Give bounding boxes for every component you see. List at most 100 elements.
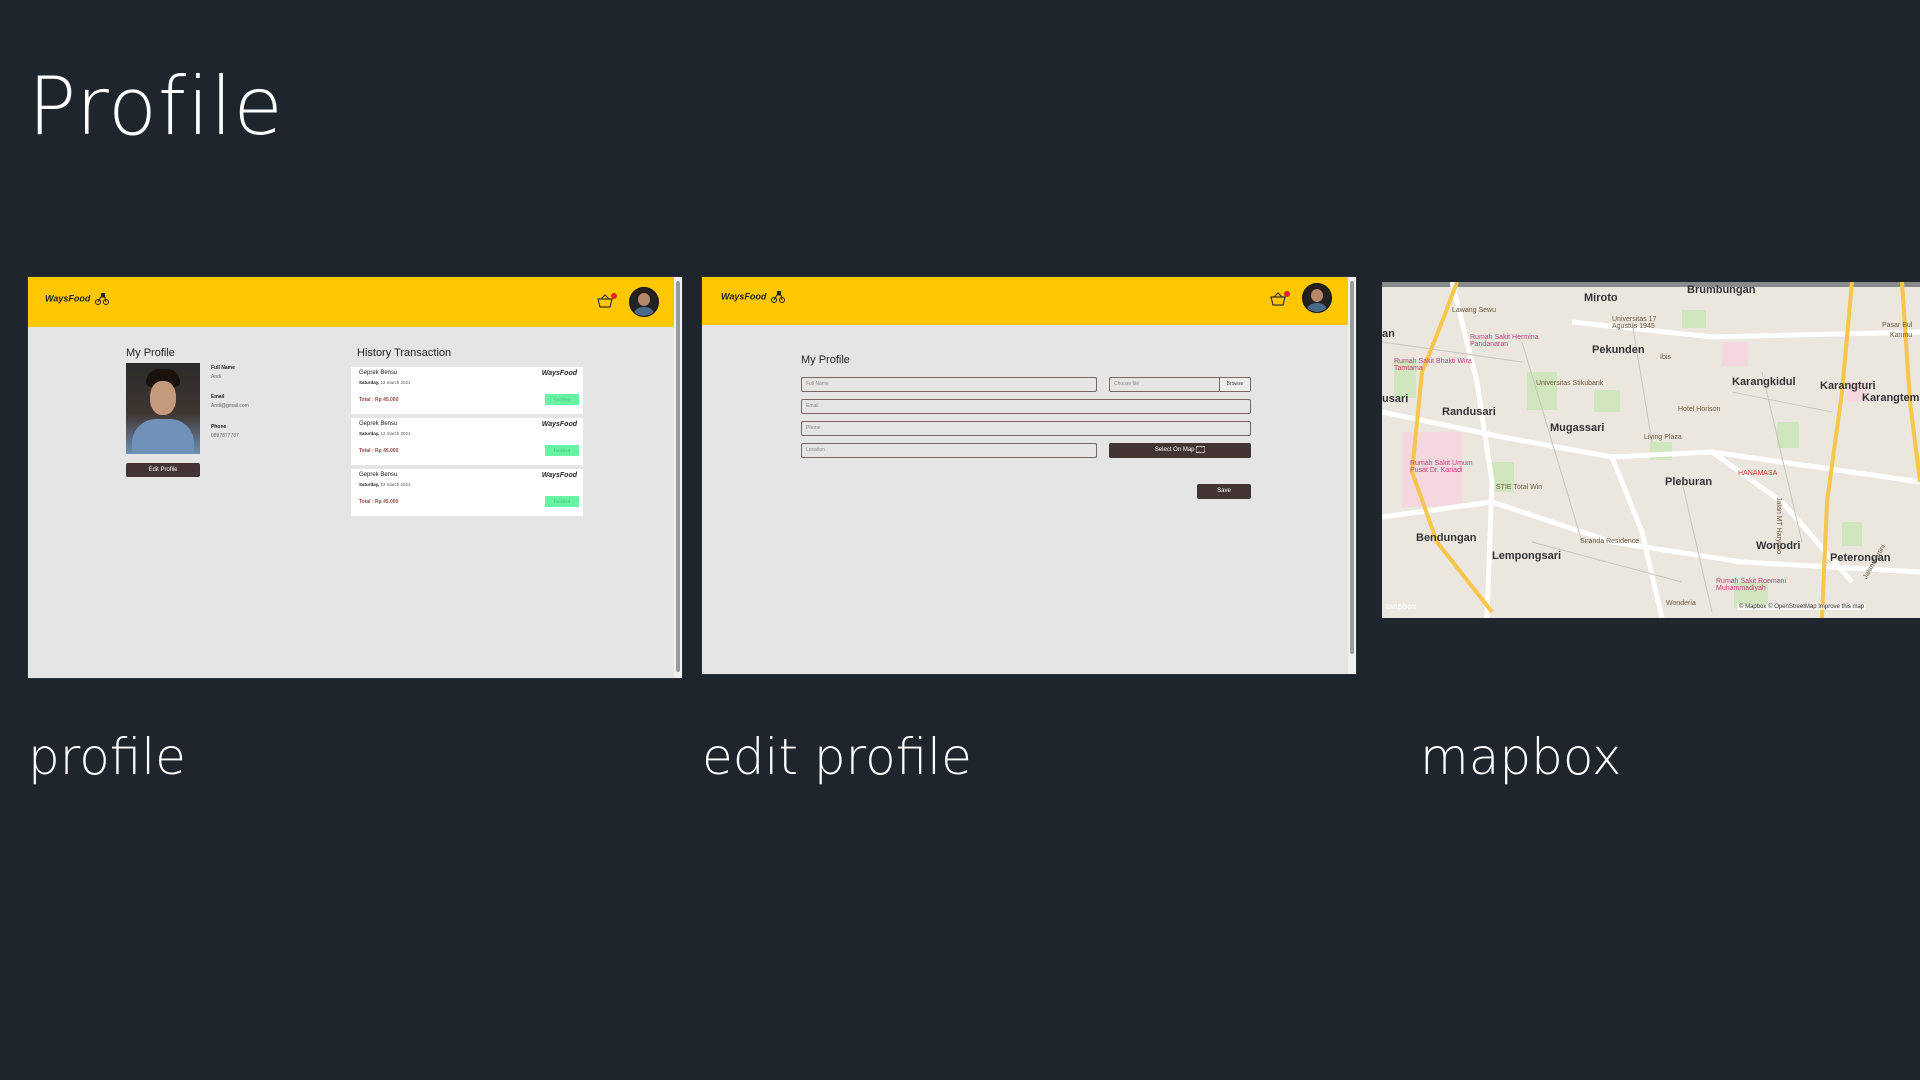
map-poi-label: Pasar Bul [1882, 322, 1913, 329]
map-label: an [1382, 328, 1395, 340]
history-title: History Transaction [357, 347, 452, 359]
avatar-body [633, 307, 655, 316]
avatar-body [1306, 303, 1328, 312]
map-label: Karangturi [1820, 380, 1876, 392]
email-field[interactable]: Email [801, 399, 1251, 414]
choose-file-text: Choose file [1114, 381, 1140, 387]
navbar: WaysFood [702, 277, 1348, 325]
slide-title: Profile [28, 60, 284, 153]
save-button[interactable]: Save [1197, 484, 1251, 499]
transaction-day: Saturday, [359, 380, 380, 385]
logo[interactable]: WaysFood [45, 293, 109, 305]
transaction-card[interactable]: Geprek Bensu Saturday, 12 march 2021 Tot… [351, 367, 583, 414]
scrollbar-thumb[interactable] [676, 281, 680, 672]
status-badge: Finished [545, 445, 579, 456]
delivery-motorcycle-icon [94, 293, 109, 305]
select-on-map-button[interactable]: Select On Map [1109, 443, 1251, 458]
basket-icon[interactable] [597, 293, 617, 308]
transaction-date: Saturday, 12 march 2021 [359, 431, 410, 436]
transaction-card[interactable]: Geprek Bensu Saturday, 12 march 2021 Tot… [351, 469, 583, 516]
map-poi-label: Universitas 17 Agustus 1945 [1612, 316, 1657, 330]
phone-label: Phone [211, 424, 227, 430]
edit-title: My Profile [801, 354, 850, 366]
transaction-day: Saturday, [359, 482, 380, 487]
caption-mapbox: mapbox [1420, 728, 1622, 786]
map-label: Randusari [1442, 406, 1496, 418]
logo[interactable]: WaysFood [721, 291, 785, 303]
map-label: Pekunden [1592, 344, 1645, 356]
map-poi-label: HANAMASA [1738, 470, 1778, 477]
map-poi-label: Ibis [1660, 354, 1671, 361]
card-logo: WaysFood [541, 421, 577, 428]
scrollbar-thumb[interactable] [1350, 281, 1354, 654]
browse-button[interactable]: Browse [1219, 378, 1250, 391]
transaction-day: Saturday, [359, 431, 380, 436]
restaurant-name: Geprek Bensu [359, 421, 398, 427]
transaction-date-text: 12 march 2021 [380, 431, 411, 436]
email-label: Email [211, 394, 225, 400]
restaurant-name: Geprek Bensu [359, 472, 398, 478]
basket-icon[interactable] [1270, 291, 1290, 306]
photo-body [132, 419, 194, 454]
phone-field[interactable]: Phone [801, 421, 1251, 436]
location-field[interactable]: Location [801, 443, 1097, 458]
map-label: Lempongsari [1492, 550, 1562, 562]
avatar[interactable] [1302, 283, 1332, 313]
map-poi-label: Wonderia [1666, 600, 1696, 607]
map-label: Bendungan [1416, 532, 1477, 544]
map-label: usari [1382, 393, 1409, 405]
caption-edit-profile: edit profile [702, 728, 972, 786]
logo-text: WaysFood [45, 293, 91, 304]
map-poi-label: Living Plaza [1644, 434, 1682, 441]
my-profile-title: My Profile [126, 347, 175, 359]
map-label: Pleburan [1665, 476, 1713, 488]
transaction-date: Saturday, 12 march 2021 [359, 482, 410, 487]
mapbox-logo[interactable]: mapbox [1386, 602, 1417, 611]
map-poi-label: Siranda Residence [1580, 538, 1640, 545]
map-label: Brumbungan [1687, 284, 1756, 296]
hospital-label: Rumah Sakit Bhakti Wira Tamtama [1394, 358, 1472, 372]
map-poi-label: Universitas Stikubank [1536, 380, 1604, 387]
avatar[interactable] [629, 287, 659, 317]
map-attribution[interactable]: © Mapbox © OpenStreetMap Improve this ma… [1737, 604, 1867, 610]
avatar-face [1311, 289, 1323, 302]
card-logo: WaysFood [541, 472, 577, 479]
map-poi-label: Lawang Sewu [1452, 307, 1496, 314]
map-label: Karangtempel [1862, 392, 1920, 404]
status-badge: Finished [545, 496, 579, 507]
caption-profile: profile [28, 728, 186, 786]
hospital-label: Rumah Sakit Umum Pusat Dr. Kariadi [1410, 460, 1473, 474]
cart-badge [611, 293, 617, 299]
map-poi-label: Karimu [1890, 332, 1913, 339]
full-name-value: Andi [211, 374, 222, 380]
edit-profile-screenshot: WaysFood My Profile Full Name Choose fil… [702, 277, 1356, 674]
full-name-field[interactable]: Full Name [801, 377, 1097, 392]
map-label: Miroto [1584, 292, 1618, 304]
transaction-date-text: 12 march 2021 [380, 380, 411, 385]
photo-face [150, 381, 176, 415]
card-logo: WaysFood [541, 370, 577, 377]
navbar: WaysFood [28, 277, 674, 327]
map-icon [1195, 445, 1206, 454]
profile-photo [126, 363, 200, 454]
transaction-total: Total : Rp 45.000 [359, 499, 399, 505]
map-screenshot[interactable]: Brumbungan Miroto Pekunden Randusari Mug… [1382, 282, 1920, 618]
phone-value: 0897877787 [211, 433, 239, 439]
scrollbar[interactable] [1348, 277, 1356, 674]
transaction-card[interactable]: Geprek Bensu Saturday, 12 march 2021 Tot… [351, 418, 583, 465]
map-poi-label: Jalan MT Haryono [1775, 497, 1782, 555]
cart-badge [1284, 291, 1290, 297]
file-input[interactable]: Choose file Browse [1109, 377, 1251, 392]
email-value: Andi@gmail.com [211, 403, 249, 409]
map-canvas[interactable] [1382, 282, 1920, 618]
transaction-total: Total : Rp 45.000 [359, 448, 399, 454]
hospital-label: Rumah Sakit Hermina Pandanaran [1470, 334, 1539, 348]
scrollbar[interactable] [674, 277, 682, 678]
select-on-map-label: Select On Map [1154, 447, 1195, 453]
transaction-total: Total : Rp 45.000 [359, 397, 399, 403]
edit-profile-button[interactable]: Edit Profile [126, 463, 200, 477]
profile-screenshot: WaysFood My Profile Full Name Andi Email… [28, 277, 682, 678]
avatar-face [638, 293, 650, 306]
map-label: Mugassari [1550, 422, 1605, 434]
transaction-date-text: 12 march 2021 [380, 482, 411, 487]
